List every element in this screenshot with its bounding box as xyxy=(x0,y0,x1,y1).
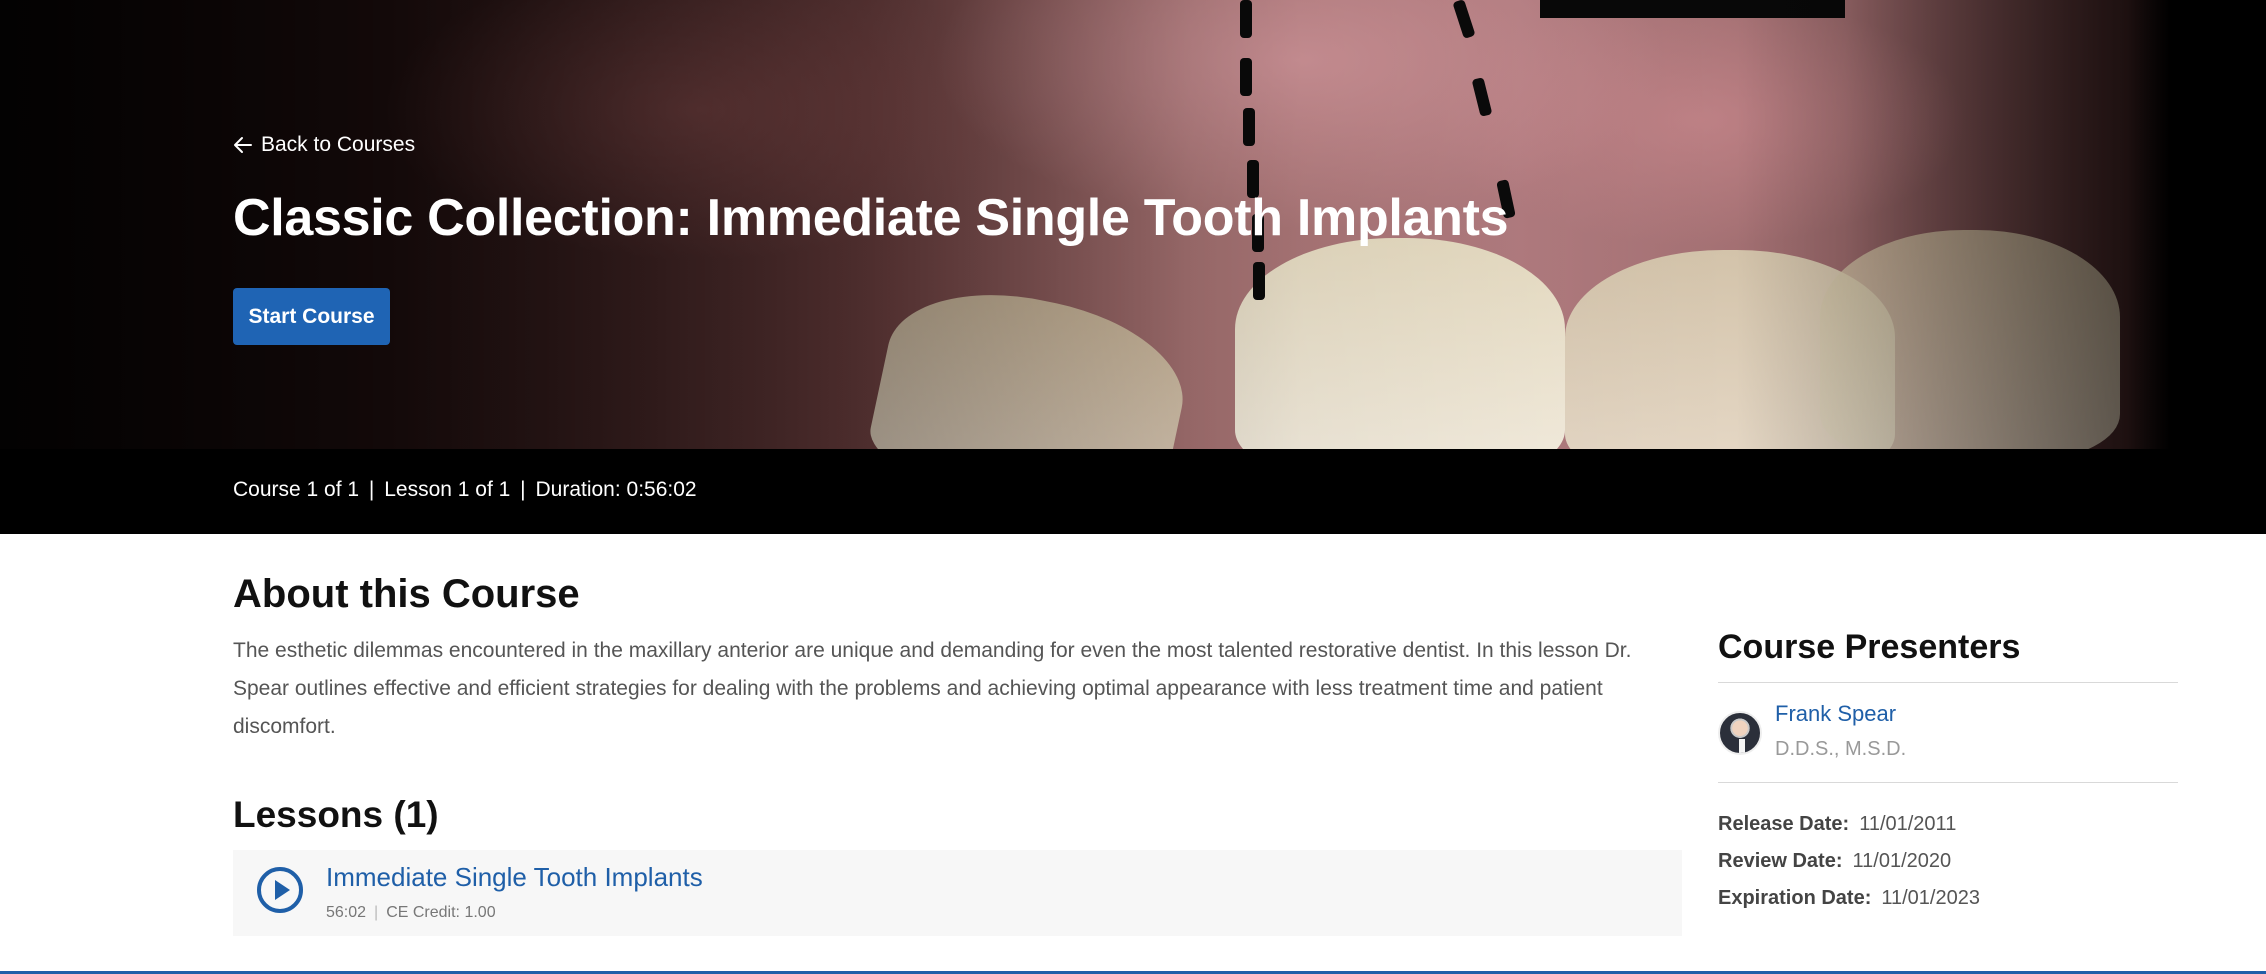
release-date-label: Release Date: xyxy=(1718,813,1850,835)
lesson-meta: 56:02 | CE Credit: 1.00 xyxy=(326,904,496,922)
lesson-ce-credit: CE Credit: 1.00 xyxy=(386,904,496,921)
expiration-date-value: 11/01/2023 xyxy=(1881,887,1980,909)
start-course-button[interactable]: Start Course xyxy=(233,288,390,345)
lesson-item[interactable]: Immediate Single Tooth Implants 56:02 | CE… xyxy=(233,850,1682,936)
presenter-avatar xyxy=(1718,711,1762,755)
meta-separator: | xyxy=(520,478,526,501)
about-heading: About this Course xyxy=(233,572,580,616)
expiration-date-row: Expiration Date: 11/01/2023 xyxy=(1718,887,1980,910)
course-duration: Duration: 0:56:02 xyxy=(535,478,697,501)
presenter-name-link[interactable]: Frank Spear xyxy=(1775,701,1896,727)
divider xyxy=(1718,782,2178,783)
release-date-value: 11/01/2011 xyxy=(1859,813,1957,835)
presenter-credentials: D.D.S., M.S.D. xyxy=(1775,738,1907,760)
back-to-courses-link[interactable]: Back to Courses xyxy=(233,130,415,160)
expiration-date-label: Expiration Date: xyxy=(1718,887,1872,909)
about-description: The esthetic dilemmas encountered in the… xyxy=(233,639,1632,738)
course-meta: Course 1 of 1 | Lesson 1 of 1 | Duration… xyxy=(233,478,697,502)
lesson-count: Lesson 1 of 1 xyxy=(384,478,511,501)
lessons-heading: Lessons (1) xyxy=(233,794,439,835)
course-hero: Back to Courses Classic Collection: Imme… xyxy=(0,0,2266,449)
divider xyxy=(1718,682,2178,683)
release-date-row: Release Date: 11/01/2011 xyxy=(1718,813,1956,836)
course-title: Classic Collection: Immediate Single Too… xyxy=(233,189,1509,247)
lesson-duration: 56:02 xyxy=(326,904,367,921)
presenters-heading: Course Presenters xyxy=(1718,628,2021,666)
review-date-value: 11/01/2020 xyxy=(1852,850,1952,872)
back-to-courses-label: Back to Courses xyxy=(261,133,416,156)
course-count: Course 1 of 1 xyxy=(233,478,360,501)
play-circle-icon[interactable] xyxy=(256,866,304,914)
review-date-row: Review Date: 11/01/2020 xyxy=(1718,850,1951,873)
review-date-label: Review Date: xyxy=(1718,850,1843,872)
meta-separator: | xyxy=(368,478,375,501)
arrow-left-icon xyxy=(234,137,252,153)
lesson-title-link[interactable]: Immediate Single Tooth Implants xyxy=(326,862,703,893)
lesson-meta-separator: | xyxy=(374,904,379,921)
